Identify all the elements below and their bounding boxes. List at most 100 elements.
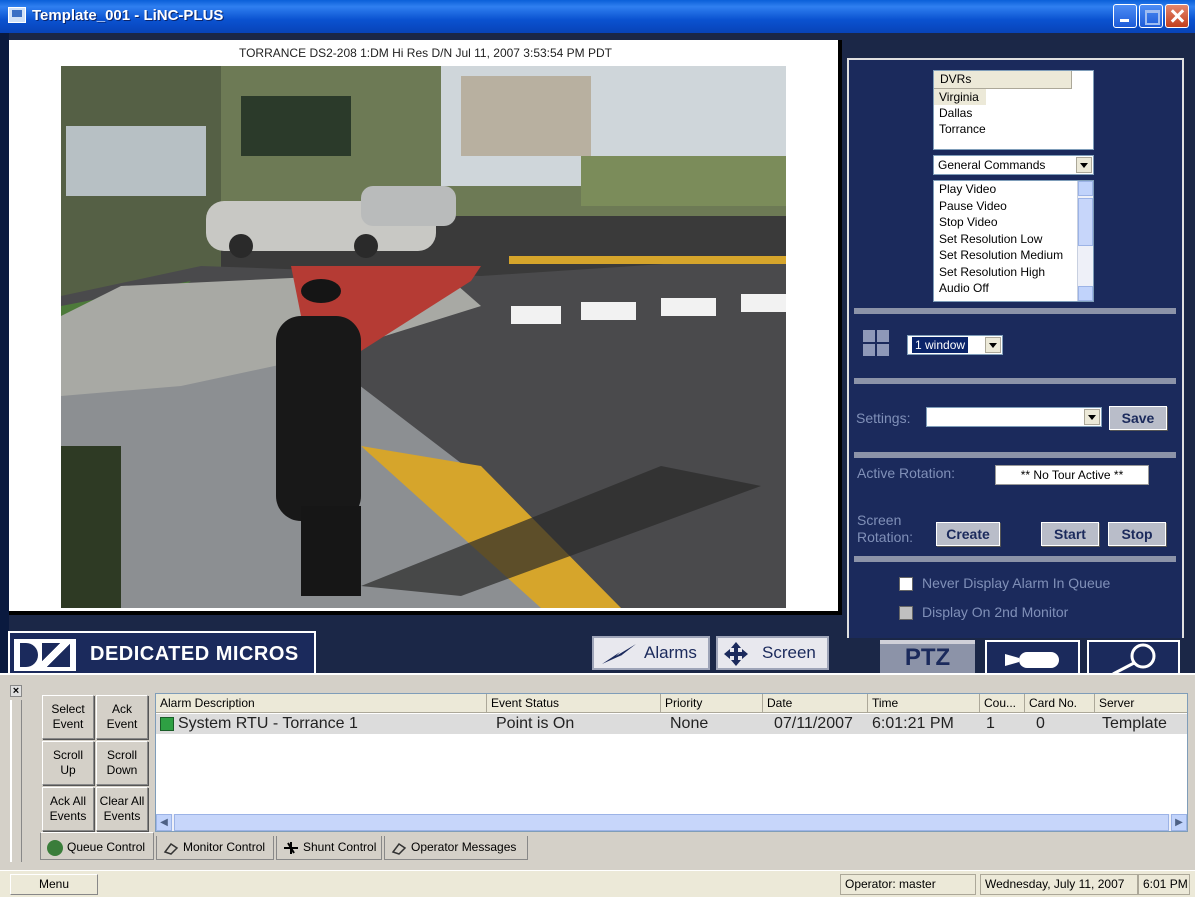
- dvr-list[interactable]: DVRs Virginia Dallas Torrance: [933, 70, 1094, 150]
- messages-icon: [391, 840, 407, 856]
- command-item[interactable]: Stop Video: [934, 214, 1093, 231]
- queue-icon: [47, 840, 63, 856]
- save-button[interactable]: Save: [1109, 406, 1167, 430]
- never-display-label: Never Display Alarm In Queue: [922, 575, 1111, 591]
- camera-icon: [1005, 652, 1059, 668]
- minimize-button[interactable]: [1113, 4, 1137, 28]
- second-monitor-checkbox[interactable]: [899, 606, 913, 620]
- alarms-button[interactable]: Alarms: [592, 636, 710, 670]
- scroll-down-arrow-icon[interactable]: [1078, 286, 1093, 301]
- window-layout-select[interactable]: 1 window: [907, 335, 1003, 355]
- column-header[interactable]: Priority: [661, 694, 763, 713]
- divider: [854, 378, 1176, 384]
- tab-monitor-control[interactable]: Monitor Control: [156, 836, 274, 860]
- camera-video-image[interactable]: [61, 66, 786, 608]
- brand-name: DEDICATED MICROS: [90, 643, 299, 665]
- menu-button[interactable]: Menu: [10, 874, 98, 895]
- table-row[interactable]: System RTU - Torrance 1 Point is On None…: [156, 714, 1187, 734]
- settings-select[interactable]: [926, 407, 1102, 427]
- active-rotation-value: ** No Tour Active **: [995, 465, 1149, 485]
- window-layout-value: 1 window: [912, 337, 969, 353]
- dm-logo-icon: [14, 639, 76, 671]
- select-event-button[interactable]: Select Event: [42, 695, 94, 739]
- scroll-left-arrow-icon[interactable]: ◀: [156, 814, 172, 831]
- tab-search[interactable]: [1087, 640, 1180, 674]
- ack-all-events-button[interactable]: Ack All Events: [42, 787, 94, 831]
- scroll-up-button[interactable]: Scroll Up: [42, 741, 94, 785]
- video-panel[interactable]: TORRANCE DS2-208 1:DM Hi Res D/N Jul 11,…: [9, 40, 842, 615]
- date-status: Wednesday, July 11, 2007: [980, 874, 1138, 895]
- column-header[interactable]: Date: [763, 694, 868, 713]
- clear-all-events-button[interactable]: Clear All Events: [96, 787, 148, 831]
- move-arrows-icon: [724, 642, 748, 666]
- column-header[interactable]: Time: [868, 694, 980, 713]
- close-button[interactable]: [1165, 4, 1189, 28]
- second-monitor-label: Display On 2nd Monitor: [922, 604, 1069, 620]
- ack-event-button[interactable]: Ack Event: [96, 695, 148, 739]
- never-display-checkbox[interactable]: [899, 577, 913, 591]
- scroll-right-arrow-icon[interactable]: ▶: [1171, 814, 1187, 831]
- window-layout-icon: [863, 330, 889, 356]
- close-icon[interactable]: ×: [10, 685, 22, 697]
- scroll-up-arrow-icon[interactable]: [1078, 181, 1093, 196]
- tab-queue-control[interactable]: Queue Control: [40, 832, 154, 860]
- dock-handle[interactable]: [10, 700, 22, 862]
- window-title: Template_001 - LiNC-PLUS: [32, 7, 224, 24]
- divider: [854, 556, 1176, 562]
- screen-button[interactable]: Screen: [716, 636, 829, 670]
- dedicated-micros-logo: DEDICATED MICROS: [8, 631, 316, 673]
- column-header[interactable]: Alarm Description: [156, 694, 487, 713]
- start-button[interactable]: Start: [1041, 522, 1099, 546]
- command-item[interactable]: Set Resolution High: [934, 264, 1093, 281]
- divider: [854, 452, 1176, 458]
- divider: [854, 308, 1176, 314]
- app-icon: [8, 7, 26, 23]
- title-bar: Template_001 - LiNC-PLUS: [0, 0, 1195, 33]
- status-bar: Menu Operator: master Wednesday, July 11…: [0, 870, 1195, 897]
- command-list-scrollbar[interactable]: [1077, 181, 1093, 301]
- command-item[interactable]: Pause Video: [934, 198, 1093, 215]
- column-header[interactable]: Server: [1095, 694, 1187, 713]
- stop-button[interactable]: Stop: [1108, 522, 1166, 546]
- monitor-icon: [163, 840, 179, 856]
- settings-label: Settings:: [856, 410, 911, 426]
- dvr-item-virginia[interactable]: Virginia: [934, 89, 986, 105]
- tab-shunt-control[interactable]: Shunt Control: [276, 836, 382, 860]
- horizontal-scrollbar[interactable]: ◀ ▶: [156, 814, 1187, 831]
- dvr-item-dallas[interactable]: Dallas: [934, 105, 1093, 121]
- command-item[interactable]: Set Resolution Medium: [934, 247, 1093, 264]
- dropdown-arrow-icon[interactable]: [985, 337, 1001, 353]
- tab-operator-messages[interactable]: Operator Messages: [384, 836, 528, 860]
- command-category-value: General Commands: [938, 158, 1046, 172]
- magnifier-icon: [1112, 643, 1156, 674]
- dvr-item-torrance[interactable]: Torrance: [934, 121, 1093, 137]
- video-header: TORRANCE DS2-208 1:DM Hi Res D/N Jul 11,…: [238, 46, 613, 60]
- time-status: 6:01 PM: [1138, 874, 1190, 895]
- command-item[interactable]: Play Video: [934, 181, 1093, 198]
- command-list[interactable]: Play Video Pause Video Stop Video Set Re…: [933, 180, 1094, 302]
- alarms-label: Alarms: [644, 643, 697, 662]
- scrollbar-thumb[interactable]: [1078, 198, 1093, 246]
- maximize-button[interactable]: [1139, 4, 1163, 28]
- queue-control-panel: × Select Event Ack Event Scroll Up Scroll Do…: [0, 673, 1195, 870]
- lightning-icon: [602, 644, 636, 664]
- command-category-select[interactable]: General Commands: [933, 155, 1094, 175]
- tab-ptz[interactable]: PTZ: [880, 640, 975, 673]
- column-header[interactable]: Cou...: [980, 694, 1025, 713]
- scroll-down-button[interactable]: Scroll Down: [96, 741, 148, 785]
- command-item[interactable]: Audio Off: [934, 280, 1093, 297]
- column-header[interactable]: Event Status: [487, 694, 661, 713]
- dropdown-arrow-icon[interactable]: [1076, 157, 1092, 173]
- scrollbar-thumb[interactable]: [174, 814, 1169, 831]
- dropdown-arrow-icon[interactable]: [1084, 409, 1100, 425]
- tab-camera[interactable]: [985, 640, 1080, 673]
- alarm-queue-table[interactable]: Alarm Description Event Status Priority …: [155, 693, 1188, 832]
- create-button[interactable]: Create: [936, 522, 1000, 546]
- alarm-status-icon: [160, 717, 174, 731]
- command-item[interactable]: Set Resolution Low: [934, 231, 1093, 248]
- active-rotation-label: Active Rotation:: [857, 465, 956, 481]
- column-header[interactable]: Card No.: [1025, 694, 1095, 713]
- shunt-icon: [283, 840, 299, 856]
- control-panel: DVRs Virginia Dallas Torrance General Co…: [847, 58, 1184, 638]
- dvr-list-header[interactable]: DVRs: [934, 71, 1072, 89]
